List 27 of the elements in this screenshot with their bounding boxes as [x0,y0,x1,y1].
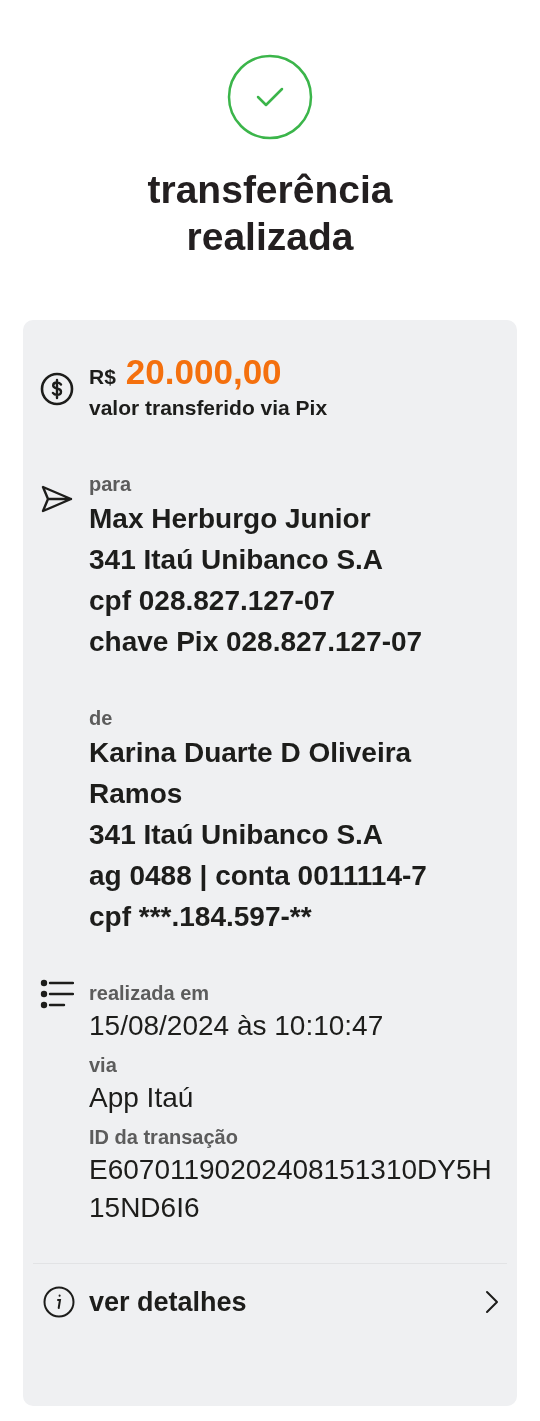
party-detail: cpf 028.827.127-07 [89,584,336,618]
detail-value: 15/08/2024 às 10:10:47 [89,1009,385,1043]
party-detail: 341 Itaú Unibanco S.A [89,543,385,577]
section-label: de [89,706,114,731]
send-icon [40,484,74,514]
party-detail: 341 Itaú Unibanco S.A [89,818,385,852]
check-circle-icon [227,54,313,140]
list-icon [40,979,74,1009]
party-detail: cpf ***.184.597-** [89,900,313,934]
detail-label: via [89,1053,118,1078]
detail-value: E60701190202408151310DY5H15ND6I6 [89,1153,493,1225]
amount-value: 20.000,00 [125,352,282,392]
detail-label: ID da transação [89,1125,239,1150]
chevron-right-icon [485,1290,499,1314]
details-link[interactable]: ver detalhes [33,1264,507,1318]
status-title: transferência realizada [146,167,394,260]
party-name: Karina Duarte D Oliveira Ramos [89,736,413,811]
detail-label: realizada em [89,981,211,1006]
party-detail: chave Pix 028.827.127-07 [89,625,424,659]
party-name: Max Herburgo Junior [89,502,372,536]
party-detail: ag 0488 | conta 0011114-7 [89,859,428,893]
info-icon [43,1286,75,1318]
amount-caption: valor transferido via Pix [89,396,329,420]
section-label: para [89,472,133,497]
detail-value: App Itaú [89,1081,195,1115]
currency-label: R$ [89,365,116,389]
dollar-icon [40,372,74,406]
